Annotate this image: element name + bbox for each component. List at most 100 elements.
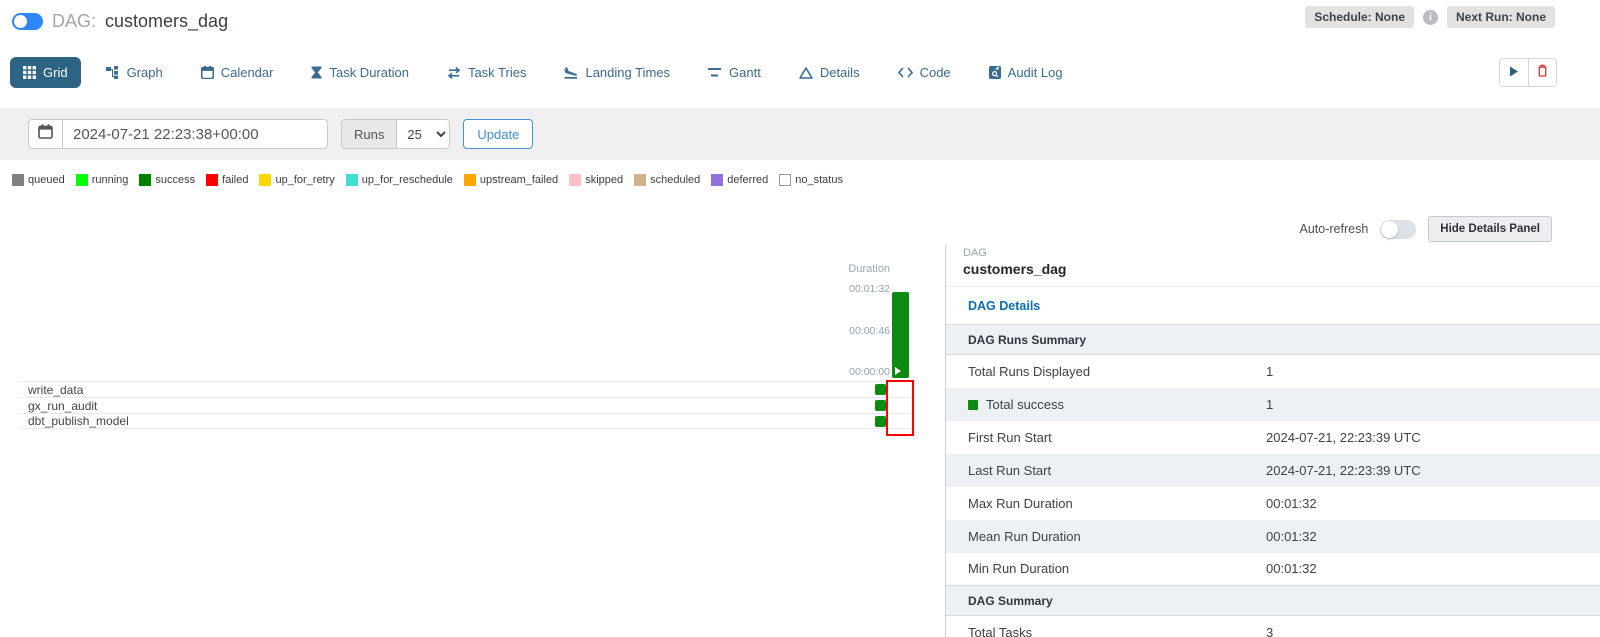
legend-item: up_for_retry [259, 174, 334, 186]
table-row: Min Run Duration 00:01:32 [946, 553, 1600, 586]
tab-code[interactable]: Code [885, 57, 964, 88]
tab-audit-log[interactable]: Audit Log [976, 57, 1076, 88]
selected-run-highlight [886, 380, 914, 436]
task-row-dbt-publish-model[interactable]: dbt_publish_model [20, 413, 910, 429]
tab-label: Gantt [729, 65, 761, 80]
gantt-icon [708, 67, 722, 78]
legend-item: upstream_failed [464, 174, 558, 186]
legend-item: deferred [711, 174, 768, 186]
update-button[interactable]: Update [463, 119, 533, 149]
row-value: 00:01:32 [1266, 520, 1600, 553]
legend-item: failed [206, 174, 248, 186]
panel-controls: Auto-refresh Hide Details Panel [1300, 216, 1553, 242]
tab-graph[interactable]: Graph [93, 57, 176, 88]
base-date-input[interactable] [62, 119, 328, 149]
tab-landing-times[interactable]: Landing Times [551, 57, 683, 88]
duration-tick: 00:00:46 [849, 325, 890, 337]
duration-tick: 00:01:32 [849, 283, 890, 295]
trash-icon [1537, 64, 1548, 82]
row-label: Min Run Duration [946, 553, 1266, 586]
dag-run-duration-bar[interactable] [892, 292, 909, 378]
grid-icon [23, 66, 36, 79]
row-label: Last Run Start [946, 454, 1266, 487]
tab-grid[interactable]: Grid [10, 57, 81, 88]
tab-task-tries[interactable]: Task Tries [434, 57, 540, 88]
task-row-write-data[interactable]: write_data [20, 381, 910, 397]
trigger-dag-button[interactable] [1500, 59, 1528, 86]
delete-dag-button[interactable] [1528, 59, 1556, 86]
runs-group: Runs 25 [341, 119, 450, 149]
tab-label: Landing Times [585, 65, 670, 80]
status-swatch [464, 174, 476, 186]
legend-item: no_status [779, 174, 843, 186]
tab-calendar[interactable]: Calendar [188, 57, 287, 88]
info-icon[interactable]: i [1423, 10, 1438, 25]
task-status-square-dbt-publish-model[interactable] [875, 416, 886, 427]
airflow-dag-page: DAG: customers_dag Schedule: None i Next… [0, 0, 1600, 637]
dag-action-buttons [1499, 58, 1557, 87]
dag-details-link[interactable]: DAG Details [946, 287, 1600, 324]
task-name: write_data [20, 383, 83, 397]
tab-label: Details [820, 65, 860, 80]
legend-item: success [139, 174, 195, 186]
task-row-gx-run-audit[interactable]: gx_run_audit [20, 397, 910, 413]
row-value: 1 [1266, 388, 1600, 421]
view-tabs: Grid Graph Calendar Task Duration Task T… [10, 57, 1088, 88]
graph-icon [106, 66, 120, 79]
plane-landing-icon [564, 66, 578, 79]
task-name: gx_run_audit [20, 399, 97, 413]
tab-label: Task Tries [468, 65, 527, 80]
hide-details-panel-button[interactable]: Hide Details Panel [1428, 216, 1552, 242]
title-prefix: DAG: [52, 11, 96, 32]
code-icon [898, 67, 913, 78]
legend-item: up_for_reschedule [346, 174, 453, 186]
row-label: Total Tasks [946, 616, 1266, 637]
tab-task-duration[interactable]: Task Duration [298, 57, 421, 88]
status-swatch [711, 174, 723, 186]
filter-bar: Runs 25 Update [0, 108, 1600, 160]
tab-label: Grid [43, 65, 68, 80]
row-label: Mean Run Duration [946, 520, 1266, 553]
panel-dag-name: customers_dag [963, 261, 1600, 277]
task-list: write_data gx_run_audit dbt_publish_mode… [20, 381, 910, 429]
row-label: Total Runs Displayed [946, 355, 1266, 388]
tab-gantt[interactable]: Gantt [695, 57, 774, 88]
dag-summary-table: DAG Runs Summary Total Runs Displayed 1 … [946, 324, 1600, 637]
status-legend: queued running success failed up_for_ret… [12, 174, 843, 186]
next-run-badge: Next Run: None [1447, 6, 1555, 28]
tab-label: Task Duration [329, 65, 408, 80]
legend-item: running [76, 174, 129, 186]
calendar-icon [38, 124, 53, 144]
tab-details[interactable]: Details [786, 57, 873, 88]
task-status-square-gx-run-audit[interactable] [875, 400, 886, 411]
auto-refresh-toggle[interactable] [1380, 220, 1416, 239]
status-swatch [12, 174, 24, 186]
task-name: dbt_publish_model [20, 414, 129, 428]
status-swatch [206, 174, 218, 186]
tab-label: Calendar [221, 65, 274, 80]
row-value: 2024-07-21, 22:23:39 UTC [1266, 454, 1600, 487]
runs-count-select[interactable]: 25 [397, 120, 449, 148]
details-panel: DAG customers_dag DAG Details DAG Runs S… [945, 245, 1600, 637]
table-row: First Run Start 2024-07-21, 22:23:39 UTC [946, 421, 1600, 454]
duration-tick: 00:00:00 [849, 366, 890, 378]
task-status-square-write-data[interactable] [875, 384, 886, 395]
details-triangle-icon [799, 67, 813, 79]
dag-pause-toggle[interactable] [12, 13, 43, 30]
date-picker-button[interactable] [28, 119, 62, 149]
status-swatch [139, 174, 151, 186]
row-value: 2024-07-21, 22:23:39 UTC [1266, 421, 1600, 454]
row-value: 00:01:32 [1266, 553, 1600, 586]
page-title: customers_dag [105, 11, 228, 32]
header: DAG: customers_dag Schedule: None i Next… [0, 0, 1600, 44]
row-label: Max Run Duration [946, 487, 1266, 520]
table-row: Last Run Start 2024-07-21, 22:23:39 UTC [946, 454, 1600, 487]
table-row: Total Tasks 3 [946, 616, 1600, 637]
table-row: Total Runs Displayed 1 [946, 355, 1600, 388]
legend-item: scheduled [634, 174, 700, 186]
row-value: 1 [1266, 355, 1600, 388]
row-label: First Run Start [946, 421, 1266, 454]
table-row: Total success 1 [946, 388, 1600, 421]
panel-group-label: DAG [963, 247, 1600, 259]
runs-label: Runs [342, 120, 397, 148]
